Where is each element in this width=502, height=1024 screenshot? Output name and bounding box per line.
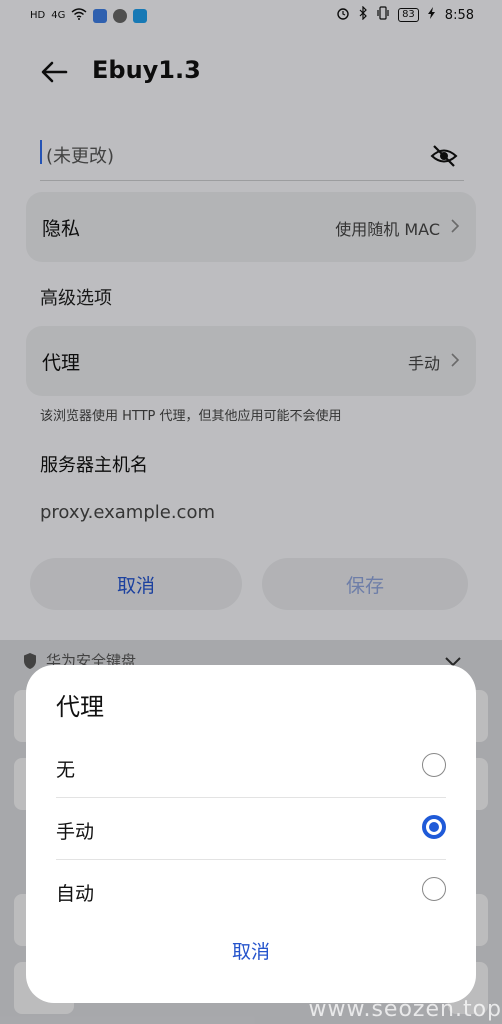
option-label: 手动 — [56, 821, 95, 843]
proxy-option-none[interactable]: 无 — [56, 737, 446, 797]
dialog-title: 代理 — [56, 693, 104, 721]
watermark: www.seozen.top — [308, 997, 502, 1022]
radio-unselected-icon[interactable] — [422, 753, 446, 777]
dialog-cancel-button[interactable]: 取消 — [26, 937, 476, 964]
proxy-option-auto[interactable]: 自动 — [56, 861, 446, 921]
proxy-option-manual[interactable]: 手动 — [56, 799, 446, 859]
proxy-dialog: 代理 无 手动 自动 取消 — [26, 665, 476, 1003]
radio-unselected-icon[interactable] — [422, 877, 446, 901]
option-label: 无 — [56, 759, 76, 781]
wifi-settings-screen: HD 4G 83 8:58 Ebuy1.3 (未更改) 隐私 使用随机 MAC … — [0, 0, 502, 1024]
option-label: 自动 — [56, 883, 95, 905]
radio-selected-icon[interactable] — [422, 815, 446, 839]
divider — [56, 859, 446, 860]
divider — [56, 797, 446, 798]
